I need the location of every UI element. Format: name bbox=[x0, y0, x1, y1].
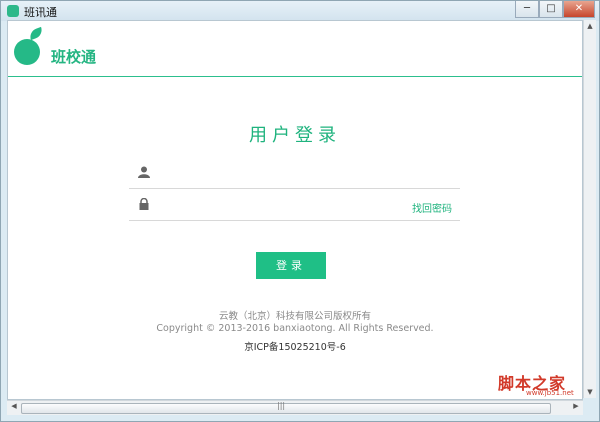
watermark-url: www.jb51.net bbox=[526, 389, 574, 397]
icp-text: 京ICP备15025210号-6 bbox=[244, 342, 346, 353]
login-title: 用户登录 bbox=[249, 125, 341, 146]
horizontal-scrollbar[interactable]: ◀ ||| ▶ bbox=[7, 400, 583, 415]
scroll-up-icon[interactable]: ▲ bbox=[584, 20, 596, 32]
username-input[interactable] bbox=[159, 163, 403, 183]
header: 班校通 bbox=[8, 21, 582, 77]
company-text: 云教（北京）科技有限公司版权所有 bbox=[218, 311, 371, 322]
scroll-down-icon[interactable]: ▼ bbox=[584, 386, 596, 398]
app-icon bbox=[7, 5, 19, 17]
forgot-password-link[interactable]: 找回密码 bbox=[412, 200, 452, 215]
logo-text: 班校通 bbox=[51, 48, 97, 66]
maximize-button[interactable]: □ bbox=[539, 1, 563, 18]
scroll-right-icon[interactable]: ▶ bbox=[570, 402, 582, 410]
lock-icon bbox=[139, 198, 149, 210]
logo-icon bbox=[14, 39, 40, 65]
username-field bbox=[129, 157, 460, 189]
window-title: 班讯通 bbox=[24, 6, 57, 19]
scroll-thumb[interactable]: ||| bbox=[21, 401, 551, 414]
scroll-grip-icon: ||| bbox=[277, 401, 286, 410]
login-button[interactable]: 登录 bbox=[256, 252, 326, 279]
password-input[interactable] bbox=[159, 195, 403, 215]
user-icon bbox=[138, 166, 150, 178]
title-bar[interactable]: 班讯通 ─ □ ✕ bbox=[1, 1, 599, 21]
vertical-scrollbar[interactable]: ▲ ▼ bbox=[583, 20, 596, 398]
copyright-text: Copyright © 2013-2016 banxiaotong. All R… bbox=[156, 323, 434, 334]
minimize-button[interactable]: ─ bbox=[515, 1, 539, 18]
login-page: 班校通 用户登录 找回密码 登录 云教（北京）科技有限公司版权所有 Copyri… bbox=[7, 20, 583, 400]
password-field: 找回密码 bbox=[129, 189, 460, 221]
close-button[interactable]: ✕ bbox=[563, 1, 595, 18]
scroll-left-icon[interactable]: ◀ bbox=[8, 402, 20, 410]
logo-leaf-icon bbox=[27, 26, 45, 41]
